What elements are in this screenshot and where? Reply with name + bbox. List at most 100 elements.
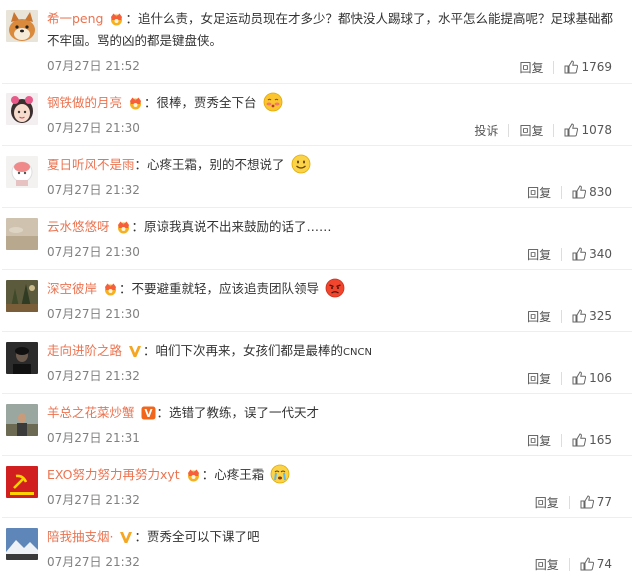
reply-button[interactable]: 回复 [519,122,543,139]
username-link[interactable]: 陪我抽支烟· [47,529,113,544]
colon: ： [134,157,148,172]
colon: ： [144,95,157,110]
divider [568,495,570,509]
like-count: 1769 [581,60,612,74]
divider [568,557,570,571]
divider [561,247,563,261]
username-link[interactable]: EXO努力努力再努力xyt [47,467,180,482]
username-link[interactable]: 羊总之花菜炒蟹 [47,405,135,420]
report-button[interactable]: 投诉 [474,122,498,139]
comment-actions: 回复 830 [527,182,612,202]
outdoor-avatar-icon[interactable] [6,404,38,436]
thumbs-up-icon [572,309,587,323]
angry-face-icon [325,278,345,298]
girl-avatar-icon[interactable] [6,93,38,125]
like-count: 74 [596,557,612,571]
thumbs-up-icon [564,123,579,137]
crown-badge-icon [109,12,124,26]
comment-date: 07月27日 21:52 [47,59,140,73]
comment-text: 不要避重就轻，应该追责团队领导 [131,281,320,296]
shiba-avatar-icon[interactable] [6,10,38,42]
verified-v-badge-icon [141,406,156,420]
verified-v-icon [128,344,142,358]
reply-button[interactable]: 回复 [519,59,543,76]
like-button[interactable]: 74 [580,557,612,571]
colon: ： [156,405,170,420]
like-count: 106 [589,371,612,385]
colon: ： [119,281,132,296]
reply-button[interactable]: 回复 [527,370,551,387]
comment-text: 原谅我真说不出来鼓励的话了…… [144,219,332,234]
comment-text: 咱们下次再来，女孩们都是最棒的 [155,343,344,358]
crown-badge-icon [116,220,131,234]
like-button[interactable]: 340 [572,247,612,261]
comment-item: 深空彼岸 ：不要避重就轻，应该追责团队领导 07月27日 21:30 回复 32… [0,270,642,332]
thumbs-up-icon [572,371,587,385]
reply-button[interactable]: 回复 [535,556,559,573]
like-button[interactable]: 830 [572,185,612,199]
reply-button[interactable]: 回复 [535,494,559,511]
comment-text: 选错了教练，误了一代天才 [169,405,320,420]
thumbs-up-icon [572,433,587,447]
comment-actions: 回复 340 [527,244,612,264]
comment-content: 夏日听风不是雨：心疼王霜，别的不想说了 [47,154,615,176]
reply-button[interactable]: 回复 [527,184,551,201]
comment-content: 云水悠悠呀 ：原谅我真说不出来鼓励的话了…… [47,216,615,238]
like-count: 325 [589,309,612,323]
comment-actions: 回复 77 [535,492,612,512]
smile-face-icon [291,154,311,174]
like-count: 340 [589,247,612,261]
username-link[interactable]: 希一peng [47,11,103,26]
landscape-avatar-icon[interactable] [6,218,38,250]
username-link[interactable]: 深空彼岸 [47,281,97,296]
username-link[interactable]: 走向进阶之路 [47,343,122,358]
thumbs-up-icon [572,247,587,261]
crown-badge-icon [128,96,143,110]
blush-face-icon [263,92,283,112]
username-link[interactable]: 钢铁做的月亮 [47,95,122,110]
comment-actions: 回复 325 [527,306,612,326]
like-button[interactable]: 165 [572,433,612,447]
comment-date: 07月27日 21:32 [47,555,140,569]
like-button[interactable]: 1769 [564,60,612,74]
forest-avatar-icon[interactable] [6,280,38,312]
reply-button[interactable]: 回复 [527,432,551,449]
verified-v-icon [119,530,133,544]
like-button[interactable]: 77 [580,495,612,509]
comment-actions: 回复 74 [535,554,612,574]
divider [561,185,563,199]
comment-content: 走向进阶之路 ：咱们下次再来，女孩们都是最棒的CNCN [47,340,615,364]
comment-content: 羊总之花菜炒蟹 ：选错了教练，误了一代天才 [47,402,615,424]
reply-button[interactable]: 回复 [527,246,551,263]
comment-item: 钢铁做的月亮 ：很棒，贾秀全下台 07月27日 21:30 投诉 回复 1078 [0,84,642,146]
cartoon-avatar-icon[interactable] [6,156,38,188]
comment-item: 羊总之花菜炒蟹 ：选错了教练，误了一代天才 07月27日 21:31 回复 16… [0,394,642,456]
comment-date: 07月27日 21:30 [47,307,140,321]
like-count: 165 [589,433,612,447]
username-link[interactable]: 云水悠悠呀 [47,219,110,234]
comment-text: 贾秀全可以下课了吧 [146,529,260,544]
like-count: 1078 [581,123,612,137]
mountain-avatar-icon[interactable] [6,528,38,560]
comment-content: 钢铁做的月亮 ：很棒，贾秀全下台 [47,92,615,114]
red-flag-avatar-icon[interactable] [6,466,38,498]
colon: ： [143,343,156,358]
colon: ： [134,529,147,544]
comment-content: 深空彼岸 ：不要避重就轻，应该追责团队领导 [47,278,615,300]
comment-text-suffix: CNCN [343,347,372,358]
comment-date: 07月27日 21:30 [47,121,140,135]
like-button[interactable]: 106 [572,371,612,385]
portrait-avatar-icon[interactable] [6,342,38,374]
comment-actions: 回复 165 [527,430,612,450]
comment-date: 07月27日 21:32 [47,493,140,507]
colon: ： [125,11,138,26]
like-count: 830 [589,185,612,199]
comment-date: 07月27日 21:32 [47,369,140,383]
like-button[interactable]: 1078 [564,123,612,137]
like-button[interactable]: 325 [572,309,612,323]
reply-button[interactable]: 回复 [527,308,551,325]
username-link[interactable]: 夏日听风不是雨 [47,157,135,172]
comment-date: 07月27日 21:32 [47,183,140,197]
crown-badge-icon [186,468,201,482]
divider [553,60,555,74]
